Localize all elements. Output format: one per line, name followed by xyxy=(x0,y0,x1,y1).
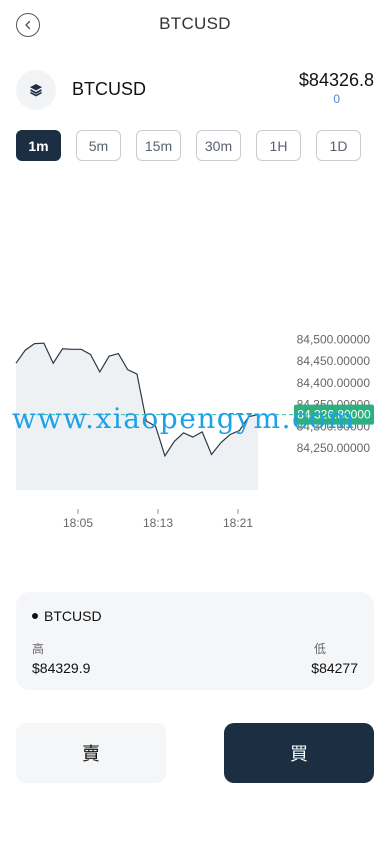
y-tick-label: 84,450.00000 xyxy=(297,354,371,368)
symbol-name: BTCUSD xyxy=(72,79,147,99)
interval-1m-button[interactable]: 1m xyxy=(16,130,61,161)
x-tick-label: 18:05 xyxy=(63,516,93,530)
interval-5m-button[interactable]: 5m xyxy=(76,130,121,161)
buy-button[interactable]: 買 xyxy=(224,723,374,783)
info-symbol-name: BTCUSD xyxy=(44,608,102,624)
low-value: $84277 xyxy=(311,660,358,676)
bullet-dot xyxy=(32,613,38,619)
y-tick-label: 84,400.00000 xyxy=(297,376,371,390)
interval-1d-button[interactable]: 1D xyxy=(316,130,361,161)
low-label: 低 xyxy=(313,642,326,656)
x-tick-label: 18:21 xyxy=(223,516,253,530)
interval-15m-button[interactable]: 15m xyxy=(136,130,181,161)
symbol-info-card: BTCUSD 高 $84329.9 低 $84277 xyxy=(16,592,374,690)
layers-icon xyxy=(16,70,56,110)
y-tick-label: 84,500.00000 xyxy=(297,332,371,346)
app-header: BTCUSD xyxy=(0,0,390,48)
price-chart-svg: 84,500.0000084,450.0000084,400.0000084,3… xyxy=(15,332,374,530)
high-value: $84329.9 xyxy=(32,660,91,676)
symbol-summary: BTCUSD $84326.8 0 xyxy=(16,68,374,112)
interval-30m-button[interactable]: 30m xyxy=(196,130,241,161)
high-label: 高 xyxy=(32,642,45,656)
page-title: BTCUSD xyxy=(159,14,231,33)
sell-button[interactable]: 賣 xyxy=(16,723,166,783)
interval-selector: 1m 5m 15m 30m 1H 1D xyxy=(16,130,361,161)
price-chart[interactable]: 84,500.00000 84,450.00000 84,400.00000 84,3… xyxy=(0,210,390,540)
watermark-text: www.xiaopengym.com xyxy=(12,402,356,435)
x-tick-label: 18:13 xyxy=(143,516,173,530)
current-price: $84326.8 xyxy=(298,70,374,90)
y-tick-label: 84,250.00000 xyxy=(297,441,371,455)
price-change: 0 xyxy=(333,92,340,106)
info-title: BTCUSD xyxy=(32,608,102,624)
interval-1h-button[interactable]: 1H xyxy=(256,130,301,161)
